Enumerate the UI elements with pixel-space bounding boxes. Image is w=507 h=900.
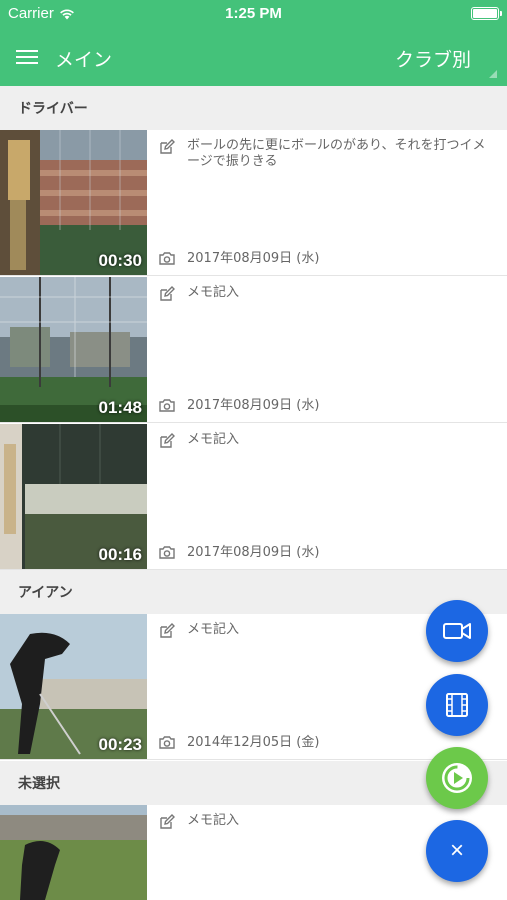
video-row[interactable]: 00:16 メモ記入 2017年08月09日 (水): [0, 424, 507, 570]
video-library-button[interactable]: [426, 674, 488, 736]
section-header-iron: アイアン: [0, 570, 507, 614]
section-label: ドライバー: [18, 101, 88, 117]
recorded-date: 2017年08月09日 (水): [187, 251, 320, 266]
recorded-date: 2017年08月09日 (水): [187, 398, 320, 413]
camera-icon: [159, 252, 175, 265]
battery-fill: [473, 9, 497, 18]
section-header-driver: ドライバー: [0, 86, 507, 130]
edit-memo-icon[interactable]: [159, 433, 175, 449]
video-duration: 00:23: [98, 735, 142, 754]
video-duration: 00:30: [98, 251, 142, 270]
section-label: アイアン: [18, 585, 73, 601]
thumbnail-image: [0, 805, 147, 900]
status-bar: Carrier 1:25 PM: [0, 0, 507, 28]
club-selector[interactable]: クラブ別: [395, 45, 471, 72]
video-thumbnail[interactable]: 00:30: [0, 130, 147, 275]
edit-memo-icon[interactable]: [159, 286, 175, 302]
record-video-button[interactable]: [426, 600, 488, 662]
recorded-date: 2017年08月09日 (水): [187, 545, 320, 560]
video-thumbnail[interactable]: 00:16: [0, 424, 147, 569]
hamburger-menu-icon[interactable]: [16, 50, 38, 64]
status-time: 1:25 PM: [225, 5, 282, 22]
close-icon: ×: [449, 837, 464, 864]
play-app-button[interactable]: [426, 747, 488, 809]
film-icon: [446, 693, 468, 717]
recorded-date: 2014年12月05日 (金): [187, 735, 320, 750]
page-title: メイン: [55, 49, 113, 71]
video-duration: 00:16: [98, 545, 142, 564]
close-menu-button[interactable]: ×: [426, 820, 488, 882]
video-thumbnail[interactable]: 00:23: [0, 614, 147, 759]
camera-icon: [159, 546, 175, 559]
battery-icon: [471, 7, 502, 20]
video-duration: 01:48: [98, 398, 142, 417]
video-row[interactable]: 00:30 ボールの先に更にボールのがあり、それを打つイメージで振りきる 201…: [0, 130, 507, 276]
edit-memo-icon[interactable]: [159, 814, 175, 830]
video-camera-icon: [443, 623, 471, 639]
video-thumbnail[interactable]: 01:48: [0, 277, 147, 422]
edit-memo-icon[interactable]: [159, 139, 175, 155]
play-circle-icon: [442, 763, 472, 793]
memo-text[interactable]: メモ記入: [187, 285, 487, 301]
video-thumbnail[interactable]: [0, 805, 147, 900]
section-label: 未選択: [18, 776, 60, 792]
memo-text[interactable]: ボールの先に更にボールのがあり、それを打つイメージで振りきる: [187, 138, 487, 170]
nav-bar: メイン クラブ別: [0, 28, 507, 86]
dropdown-corner-icon: [489, 70, 497, 78]
memo-text[interactable]: メモ記入: [187, 432, 487, 448]
edit-memo-icon[interactable]: [159, 623, 175, 639]
camera-icon: [159, 399, 175, 412]
video-row[interactable]: 01:48 メモ記入 2017年08月09日 (水): [0, 277, 507, 423]
camera-icon: [159, 736, 175, 749]
